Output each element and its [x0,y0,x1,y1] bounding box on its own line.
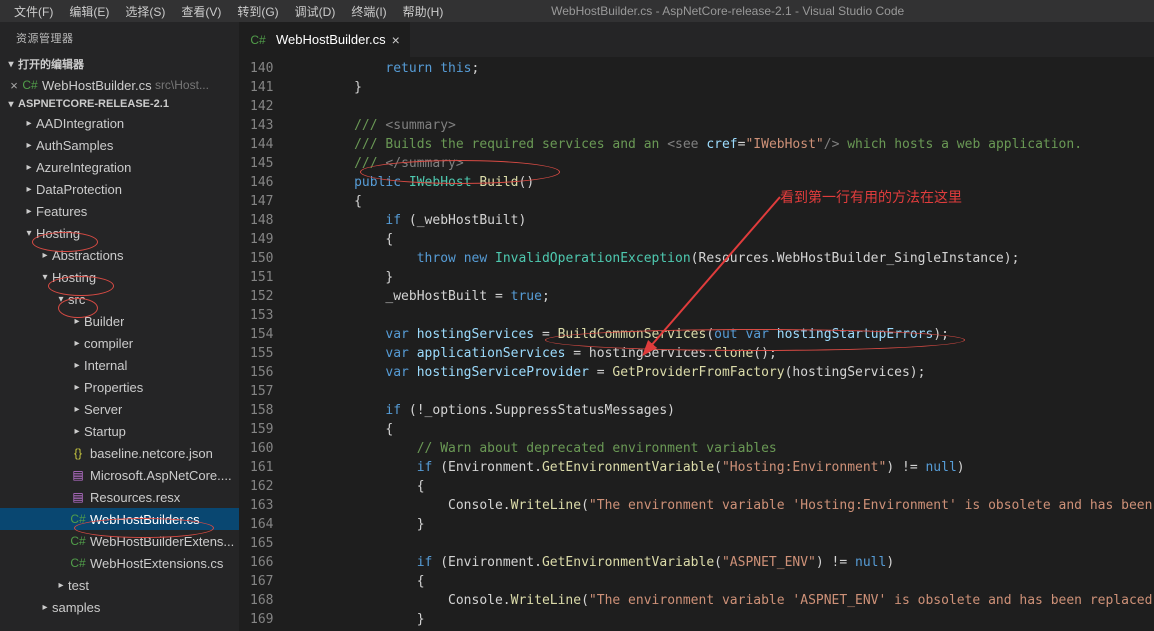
editor-area: C# WebHostBuilder.cs × 14014114214314414… [240,22,1154,631]
menu-bar: 文件(F) 编辑(E) 选择(S) 查看(V) 转到(G) 调试(D) 终端(I… [0,1,451,22]
csharp-icon: C# [70,534,86,548]
open-editors-header[interactable]: ▾ 打开的编辑器 [0,54,239,74]
chevron-right-icon: ▸ [22,140,36,151]
chevron-right-icon: ▸ [54,580,68,591]
tree-folder-abstractions[interactable]: ▸Abstractions [0,244,239,266]
tree-folder-hosting[interactable]: ▾Hosting [0,222,239,244]
chevron-down-icon: ▾ [38,272,52,283]
tree-file-webhostextensions[interactable]: C#WebHostExtensions.cs [0,552,239,574]
csharp-icon: C# [22,78,38,92]
line-gutter: 1401411421431441451461471481491501511521… [240,57,291,631]
chevron-right-icon: ▸ [22,184,36,195]
explorer-title: 资源管理器 [0,22,239,54]
menu-debug[interactable]: 调试(D) [287,1,344,22]
chevron-right-icon: ▸ [70,382,84,393]
tree-folder-test[interactable]: ▸test [0,574,239,596]
chevron-right-icon: ▸ [38,250,52,261]
tree-file-webhostbuilder[interactable]: C#WebHostBuilder.cs [0,508,239,530]
open-editor-name: WebHostBuilder.cs [42,78,152,93]
tree-folder-samples[interactable]: ▸samples [0,596,239,618]
tab-label: WebHostBuilder.cs [276,32,386,47]
tree-folder-internal[interactable]: ▸Internal [0,354,239,376]
chevron-right-icon: ▸ [70,316,84,327]
menu-edit[interactable]: 编辑(E) [61,1,117,22]
chevron-right-icon: ▸ [70,338,84,349]
tree-file-resources-resx[interactable]: ▤Resources.resx [0,486,239,508]
csharp-icon: C# [70,556,86,570]
editor-tabs: C# WebHostBuilder.cs × [240,22,1154,57]
sidebar-explorer: 资源管理器 ▾ 打开的编辑器 × C# WebHostBuilder.cs sr… [0,22,240,631]
csharp-icon: C# [250,33,266,47]
file-icon: ▤ [70,468,86,482]
chevron-down-icon: ▾ [22,228,36,239]
tree-file-microsoft-aspnetcore[interactable]: ▤Microsoft.AspNetCore.... [0,464,239,486]
project-root-header[interactable]: ▾ ASPNETCORE-RELEASE-2.1 [0,96,239,112]
csharp-icon: C# [70,512,86,526]
tab-webhostbuilder[interactable]: C# WebHostBuilder.cs × [240,22,411,57]
menu-select[interactable]: 选择(S) [117,1,173,22]
tree-folder-startup[interactable]: ▸Startup [0,420,239,442]
tree-folder-properties[interactable]: ▸Properties [0,376,239,398]
tree-folder-authsamples[interactable]: ▸AuthSamples [0,134,239,156]
close-icon[interactable]: × [392,32,400,48]
resx-icon: ▤ [70,490,86,504]
tree-folder-hosting-inner[interactable]: ▾Hosting [0,266,239,288]
chevron-right-icon: ▸ [22,118,36,129]
annotation-text: 看到第一行有用的方法在这里 [780,187,962,207]
open-editor-item[interactable]: × C# WebHostBuilder.cs src\Host... [0,74,239,96]
chevron-right-icon: ▸ [38,602,52,613]
code-content[interactable]: return this; } /// <summary> /// Builds … [291,57,1154,631]
chevron-right-icon: ▸ [22,206,36,217]
window-title: WebHostBuilder.cs - AspNetCore-release-2… [451,4,1154,18]
title-bar: 文件(F) 编辑(E) 选择(S) 查看(V) 转到(G) 调试(D) 终端(I… [0,0,1154,22]
chevron-down-icon: ▾ [4,59,18,70]
chevron-right-icon: ▸ [70,426,84,437]
menu-help[interactable]: 帮助(H) [395,1,452,22]
tree-folder-features[interactable]: ▸Features [0,200,239,222]
tree-folder-aadintegration[interactable]: ▸AADIntegration [0,112,239,134]
menu-terminal[interactable]: 终端(I) [343,1,394,22]
menu-view[interactable]: 查看(V) [173,1,229,22]
menu-goto[interactable]: 转到(G) [229,1,286,22]
tree-folder-compiler[interactable]: ▸compiler [0,332,239,354]
tree-folder-builder[interactable]: ▸Builder [0,310,239,332]
chevron-right-icon: ▸ [70,404,84,415]
chevron-down-icon: ▾ [54,294,68,305]
tree-folder-server[interactable]: ▸Server [0,398,239,420]
open-editor-path: src\Host... [152,78,209,92]
json-icon: {} [70,446,86,460]
open-editors-label: 打开的编辑器 [18,56,84,72]
close-icon[interactable]: × [6,78,22,93]
tree-folder-dataprotection[interactable]: ▸DataProtection [0,178,239,200]
menu-file[interactable]: 文件(F) [6,1,61,22]
chevron-right-icon: ▸ [22,162,36,173]
tree-file-webhostbuilderextensions[interactable]: C#WebHostBuilderExtens... [0,530,239,552]
chevron-right-icon: ▸ [70,360,84,371]
tree-folder-src[interactable]: ▾src [0,288,239,310]
tree-folder-azureintegration[interactable]: ▸AzureIntegration [0,156,239,178]
code-editor[interactable]: 1401411421431441451461471481491501511521… [240,57,1154,631]
file-tree: ▸AADIntegration ▸AuthSamples ▸AzureInteg… [0,112,239,631]
project-root-label: ASPNETCORE-RELEASE-2.1 [18,98,169,110]
tree-file-baseline-json[interactable]: {}baseline.netcore.json [0,442,239,464]
chevron-down-icon: ▾ [4,99,18,110]
